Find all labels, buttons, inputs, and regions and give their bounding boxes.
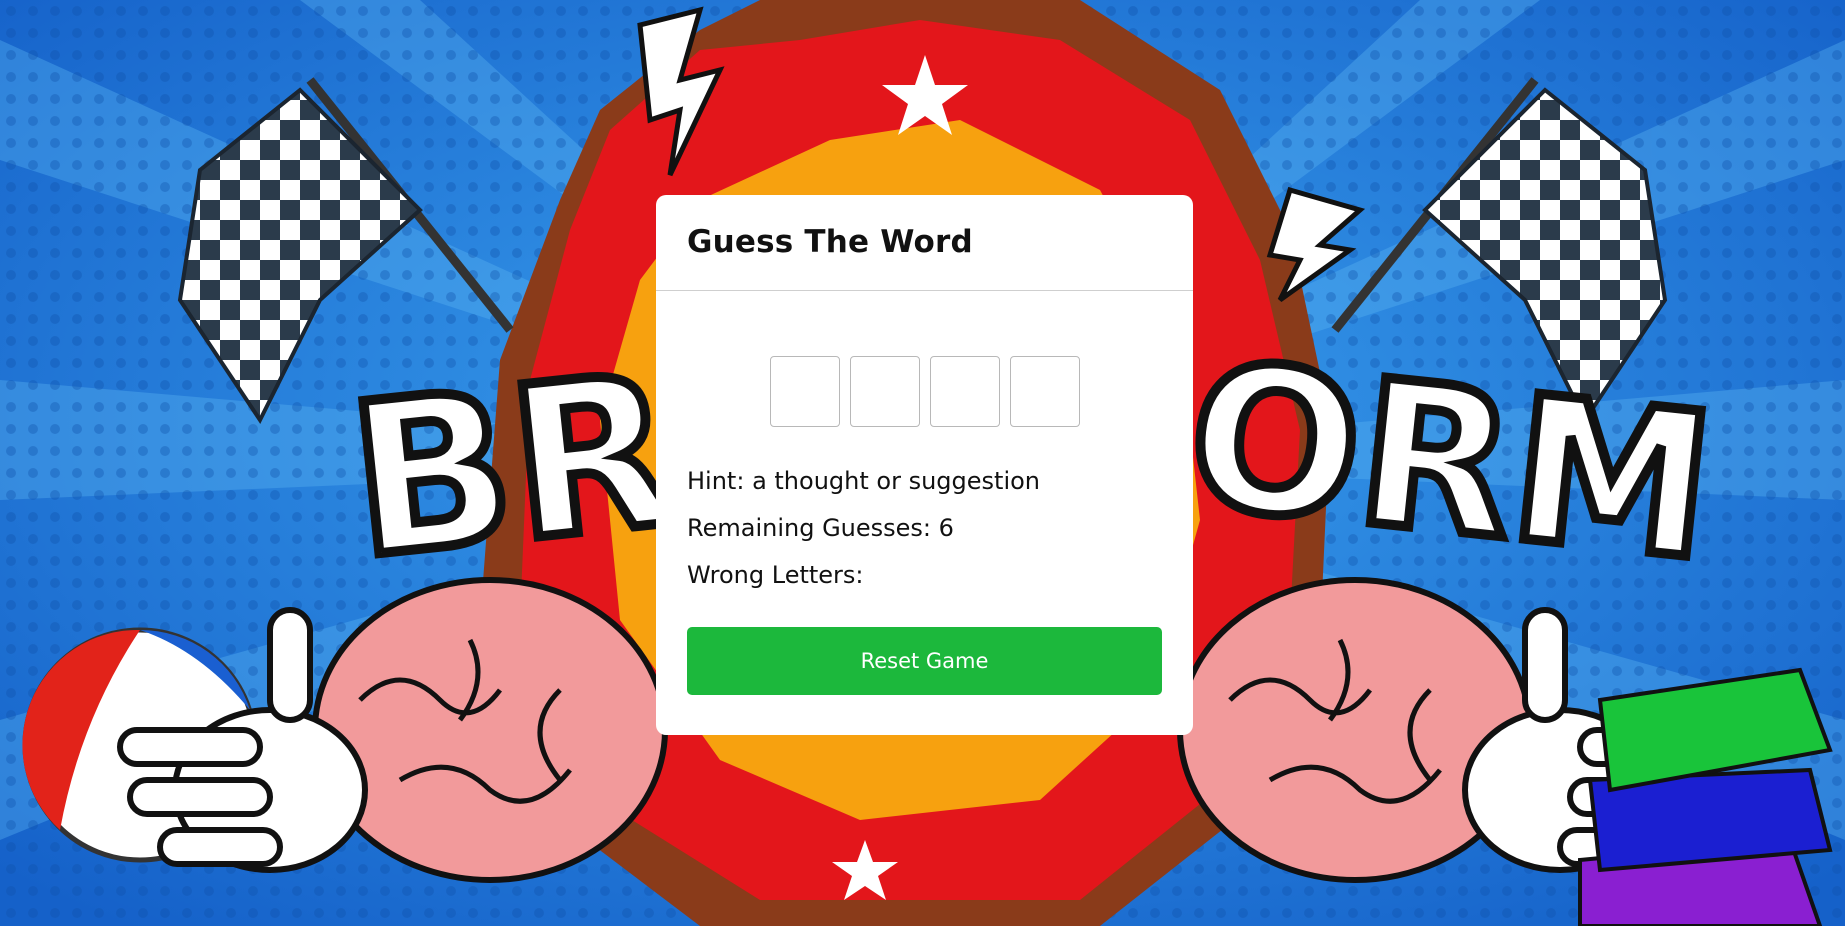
remaining-label: Remaining Guesses: [687,514,932,542]
hint-value: a thought or suggestion [752,467,1041,495]
card-body: Hint: a thought or suggestion Remaining … [656,356,1193,695]
hint-text: Hint: a thought or suggestion [687,458,1162,505]
letter-slot[interactable] [929,356,1000,427]
letter-slot[interactable] [769,356,840,427]
wrong-letters: Wrong Letters: [687,552,1162,599]
remaining-guesses: Remaining Guesses: 6 [687,505,1162,552]
brain-right [1177,577,1533,883]
card-header: Guess The Word [656,195,1193,291]
letter-slots [687,356,1162,427]
hint-label: Hint: [687,467,745,495]
remaining-count: 6 [938,514,954,542]
letter-slot[interactable] [1009,356,1080,427]
reset-game-button[interactable]: Reset Game [687,627,1162,695]
letter-slot[interactable] [849,356,920,427]
game-card: Guess The Word Hint: a thought or sugges… [656,195,1193,735]
book-stack [1578,667,1833,926]
brain-left [312,577,668,883]
game-title: Guess The Word [687,224,973,260]
wrong-letters-label: Wrong Letters: [687,561,864,589]
